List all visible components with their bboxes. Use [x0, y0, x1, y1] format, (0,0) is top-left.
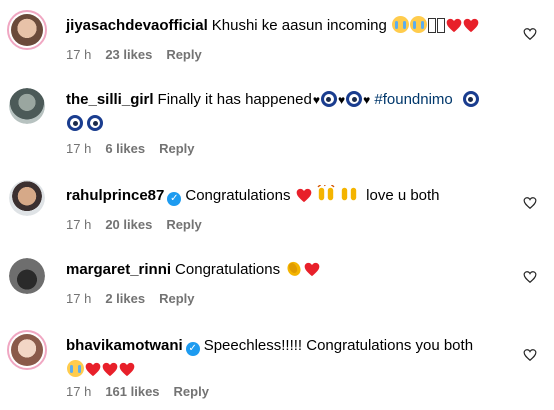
avatar[interactable]	[9, 180, 45, 216]
missing-glyph-icon	[428, 18, 437, 33]
like-count[interactable]: 2 likes	[105, 291, 145, 306]
like-count[interactable]: 6 likes	[105, 141, 145, 156]
raising-hands-icon	[341, 187, 357, 201]
avatar[interactable]	[7, 330, 47, 370]
red-heart-icon	[446, 18, 462, 33]
red-heart-icon	[296, 188, 311, 203]
comment-meta: 17 h 6 likes Reply	[66, 141, 208, 157]
nazar-amulet-icon	[87, 115, 103, 131]
avatar[interactable]	[9, 88, 45, 124]
nazar-amulet-icon	[462, 91, 479, 107]
comment-text: rahulprince87 ✓ Congratulations love u bot…	[66, 184, 516, 208]
black-heart-icon: ♥	[363, 93, 371, 107]
verified-badge-icon: ✓	[167, 192, 182, 206]
comment-body: Congratulations	[175, 261, 281, 278]
crying-face-icon	[392, 16, 410, 33]
nazar-amulet-icon	[67, 115, 83, 131]
comment-body: Speechless!!!!! Congratulations you both	[203, 337, 474, 354]
username[interactable]: the_silli_girl	[66, 91, 154, 108]
reply-button[interactable]: Reply	[174, 384, 209, 399]
comment-text: jiyasachdevaofficial Khushi ke aasun inco…	[66, 14, 516, 38]
timestamp[interactable]: 17 h	[66, 217, 91, 232]
comment-meta: 17 h 2 likes Reply	[66, 291, 208, 307]
heart-outline-icon[interactable]	[523, 348, 537, 362]
username[interactable]: margaret_rinni	[66, 261, 171, 278]
verified-badge-icon: ✓	[185, 342, 200, 356]
reply-button[interactable]: Reply	[159, 141, 194, 156]
comment-meta: 17 h 20 likes Reply	[66, 217, 216, 233]
comment-meta: 17 h 23 likes Reply	[66, 47, 216, 63]
username[interactable]: jiyasachdevaofficial	[66, 17, 208, 34]
comment-text: the_silli_girl Finally it has happened♥ ♥ ♥…	[66, 88, 516, 136]
reply-button[interactable]: Reply	[166, 47, 201, 62]
avatar[interactable]	[7, 10, 47, 50]
comment-body: Khushi ke aasun incoming	[211, 17, 387, 34]
reply-button[interactable]: Reply	[159, 291, 194, 306]
reply-button[interactable]: Reply	[166, 217, 201, 232]
missing-glyph-icon	[437, 18, 446, 33]
crying-face-icon	[410, 16, 428, 33]
timestamp[interactable]: 17 h	[66, 141, 91, 156]
comment-body-suffix: love u both	[366, 187, 440, 204]
clapping-hands-icon	[287, 261, 301, 276]
like-count[interactable]: 161 likes	[105, 384, 159, 399]
crying-face-icon	[67, 360, 84, 377]
timestamp[interactable]: 17 h	[66, 291, 91, 306]
comment-text: margaret_rinni Congratulations	[66, 258, 516, 282]
username[interactable]: bhavikamotwani	[66, 337, 183, 354]
like-count[interactable]: 20 likes	[105, 217, 152, 232]
timestamp[interactable]: 17 h	[66, 47, 91, 62]
avatar[interactable]	[9, 258, 45, 294]
heart-outline-icon[interactable]	[523, 27, 537, 41]
hashtag-link[interactable]: #foundnimo	[374, 91, 452, 108]
red-heart-icon	[85, 362, 101, 377]
heart-outline-icon[interactable]	[523, 196, 537, 210]
username[interactable]: rahulprince87	[66, 187, 164, 204]
nazar-amulet-icon	[320, 91, 337, 107]
timestamp[interactable]: 17 h	[66, 384, 91, 399]
red-heart-icon	[102, 362, 118, 377]
heart-outline-icon[interactable]	[523, 270, 537, 284]
comment-meta: 17 h 161 likes Reply	[66, 384, 223, 400]
comment-body: Congratulations	[185, 187, 291, 204]
comment-text: bhavikamotwani ✓ Speechless!!!!! Congratul…	[66, 334, 516, 382]
red-heart-icon	[119, 362, 135, 377]
red-heart-icon	[463, 18, 479, 33]
black-heart-icon: ♥	[312, 93, 320, 107]
nazar-amulet-icon	[346, 91, 363, 107]
black-heart-icon: ♥	[337, 93, 346, 107]
red-heart-icon	[304, 262, 320, 277]
raising-hands-icon	[317, 185, 335, 201]
comment-body: Finally it has happened	[157, 91, 312, 108]
like-count[interactable]: 23 likes	[105, 47, 152, 62]
